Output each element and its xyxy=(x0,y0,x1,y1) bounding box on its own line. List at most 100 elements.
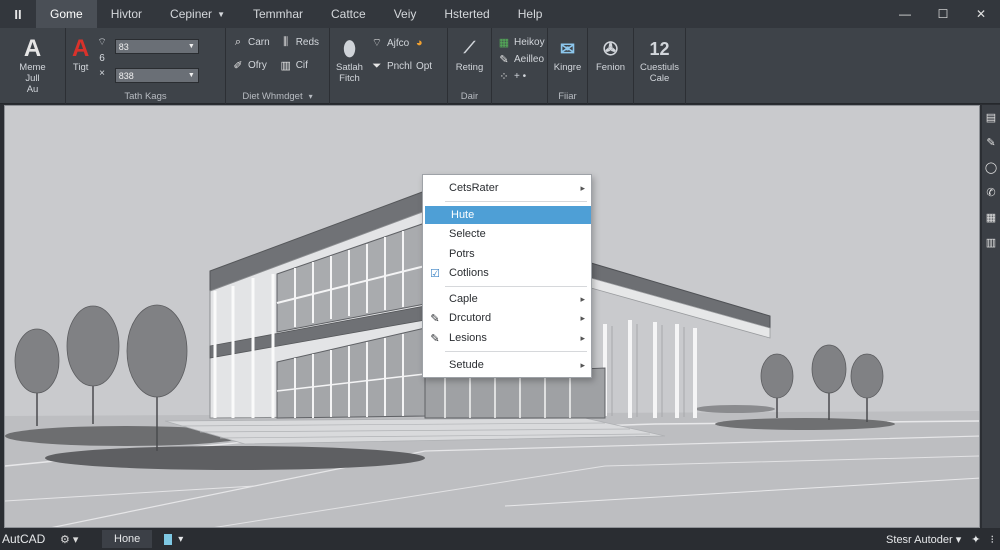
model-tab[interactable]: Hone xyxy=(102,530,153,548)
cuestiuls-cale-button[interactable]: 12 Cuestiuls Cale xyxy=(640,36,679,84)
heikoy-button[interactable]: ▦ Heikoy xyxy=(498,36,545,49)
tab-cattce[interactable]: Cattce xyxy=(317,0,380,28)
red-text-tool-button[interactable]: A Tigt xyxy=(72,35,90,74)
palette-icon: ◕ xyxy=(415,37,423,49)
satlah-fitch-button[interactable]: ⬮ Satlah Fitch xyxy=(336,36,363,84)
close-button[interactable]: ✕ xyxy=(962,0,1000,28)
pencil-icon[interactable]: ✎ xyxy=(986,136,995,149)
menu-item-hute[interactable]: Hute xyxy=(425,206,591,224)
ofry-button[interactable]: ✐ Ofry xyxy=(232,59,270,72)
kingre-button[interactable]: ✉ Kingre xyxy=(554,36,581,73)
gear-icon[interactable]: ⚙ ▾ xyxy=(60,533,96,546)
chevron-right-icon: ▸ xyxy=(580,359,585,370)
group-label-text: Diet Whmdget xyxy=(242,90,303,102)
ajfco-button[interactable]: ⌔ Ajfco ◕ xyxy=(371,36,432,50)
workspace-selector[interactable]: Stesr Autoder ▾ xyxy=(886,533,961,546)
sparkle-icon[interactable]: ✦ xyxy=(971,533,980,546)
pencil-icon: ✎ xyxy=(430,332,440,345)
text-tool-button[interactable]: A Meme Jull Au xyxy=(19,36,46,96)
menu-item-label: CetsRater xyxy=(449,182,499,194)
right-toolbar: ▤ ✎ ◯ ✆ ▦ ▥ xyxy=(982,105,1000,528)
tool-label: Pnchl xyxy=(386,61,412,72)
menu-item-cetsrater[interactable]: CetsRater ▸ xyxy=(423,179,591,197)
chevron-right-icon: ▸ xyxy=(580,332,585,343)
menu-item-label: Selecte xyxy=(449,228,486,240)
tab-temmhar[interactable]: Temmhar xyxy=(239,0,317,28)
tool-label: Cuestiuls Cale xyxy=(639,62,680,84)
chevron-right-icon: ▸ xyxy=(580,312,585,323)
more-button[interactable]: ⁘ + • xyxy=(498,70,545,83)
fenion-button[interactable]: ✇ Fenion xyxy=(596,36,625,73)
tab-label: Cepiner xyxy=(170,7,213,21)
ribbon-group-fiiar: ✉ Kingre Fiiar xyxy=(548,28,588,104)
chevron-down-icon: ▼ xyxy=(217,9,225,19)
combo-value: 83 xyxy=(118,41,129,52)
chevron-right-icon: ▸ xyxy=(580,293,585,304)
drawing-viewport[interactable]: CetsRater ▸ Hute Selecte Potrs ☑ Cotlion… xyxy=(4,105,980,528)
tab-hivtor[interactable]: Hivtor xyxy=(97,0,156,28)
tool-label: Ofry xyxy=(248,60,267,71)
circle-icon[interactable]: ◯ xyxy=(985,161,997,174)
tab-label: Veiy xyxy=(393,7,417,21)
wifi-icon[interactable]: ⌔ xyxy=(97,36,106,49)
pencil-icon: ✎ xyxy=(499,54,509,66)
model-tab-label: Hone xyxy=(114,533,141,545)
tab-label: Gome xyxy=(50,7,83,21)
chevron-down-icon[interactable]: ▾ xyxy=(309,92,313,101)
ribbon-group-tools: ⬮ Satlah Fitch ⌔ Ajfco ◕ ⏷ Pnchl Opt xyxy=(330,28,448,104)
group-label: Diet Whmdget ▾ xyxy=(226,88,329,104)
menu-item-label: Hute xyxy=(451,209,475,221)
style-combo[interactable]: 83 ▼ xyxy=(114,39,199,54)
menu-item-drcutord[interactable]: ✎ Drcutord ▸ xyxy=(423,309,591,327)
tool-label: Meme Jull Au xyxy=(19,62,46,95)
maximize-button[interactable]: ☐ xyxy=(924,0,962,28)
ribbon-group-dair: ⟋ Reting Dair xyxy=(448,28,492,104)
document-icon[interactable]: ▤ xyxy=(986,111,996,124)
tool-label: Satlah Fitch xyxy=(336,62,363,84)
reds-button[interactable]: ⫼ Reds xyxy=(280,36,319,49)
tab-label: Hsterted xyxy=(444,7,490,21)
menu-separator xyxy=(445,351,587,352)
menu-separator xyxy=(445,201,587,202)
red-text-a-icon: A xyxy=(72,35,90,62)
menu-bar: II Gome Hivtor Cepiner ▼ Temmhar Cattce V… xyxy=(0,0,1000,28)
menu-item-label: Caple xyxy=(449,293,478,305)
tab-help[interactable]: Help xyxy=(504,0,557,28)
menu-item-setude[interactable]: Setude ▸ xyxy=(423,356,591,374)
tab-cepiner[interactable]: Cepiner ▼ xyxy=(156,0,239,28)
reting-button[interactable]: ⟋ Reting xyxy=(456,36,483,73)
tool-label: Fenion xyxy=(595,62,626,73)
menu-item-selecte[interactable]: Selecte xyxy=(423,225,591,243)
minimize-button[interactable]: — xyxy=(886,0,924,28)
phone-icon[interactable]: ✆ xyxy=(986,186,995,199)
menu-item-cotlions[interactable]: ☑ Cotlions xyxy=(423,264,591,282)
magnify-icon: ⌕ xyxy=(234,36,242,48)
tab-hsterted[interactable]: Hsterted xyxy=(430,0,503,28)
document-switcher[interactable]: ▾ xyxy=(164,533,183,545)
tab-label: Help xyxy=(517,7,543,21)
more-icon[interactable]: ⁝ xyxy=(991,533,995,546)
layer-icon: ▦ xyxy=(498,37,510,49)
menu-item-lesions[interactable]: ✎ Lesions ▸ xyxy=(423,329,591,347)
table-icon[interactable]: ▦ xyxy=(986,211,996,224)
menu-item-caple[interactable]: Caple ▸ xyxy=(423,290,591,308)
ribbon-group-widget: ⌕ Carn ✐ Ofry ⫼ Reds ▥ Cif Diet Whmdget ▾ xyxy=(226,28,330,104)
window-controls: — ☐ ✕ xyxy=(886,0,1000,28)
aeilleo-button[interactable]: ✎ Aeilleo xyxy=(498,53,545,66)
app-menu-icon[interactable]: II xyxy=(0,0,36,28)
tab-veiy[interactable]: Veiy xyxy=(380,0,431,28)
cif-button[interactable]: ▥ Cif xyxy=(280,59,319,72)
size-combo[interactable]: 838 ▼ xyxy=(114,68,199,83)
ribbon-group-properties: ▦ Heikoy ✎ Aeilleo ⁘ + • xyxy=(492,28,548,104)
carn-button[interactable]: ⌕ Carn xyxy=(232,36,270,49)
pnchl-button[interactable]: ⏷ Pnchl Opt xyxy=(371,60,433,73)
menu-item-potrs[interactable]: Potrs xyxy=(423,245,591,263)
group-label: Dair xyxy=(460,90,479,102)
menu-item-label: Cotlions xyxy=(449,267,489,279)
autocad-window: II Gome Hivtor Cepiner ▼ Temmhar Cattce V… xyxy=(0,0,1000,550)
tool-label: Reting xyxy=(455,62,484,73)
ribbon-group-text: A Meme Jull Au xyxy=(0,28,66,104)
chart-icon[interactable]: ▥ xyxy=(986,236,996,249)
tab-gome[interactable]: Gome xyxy=(36,0,97,28)
ribbon-group-cuestiuls: 12 Cuestiuls Cale xyxy=(634,28,686,104)
